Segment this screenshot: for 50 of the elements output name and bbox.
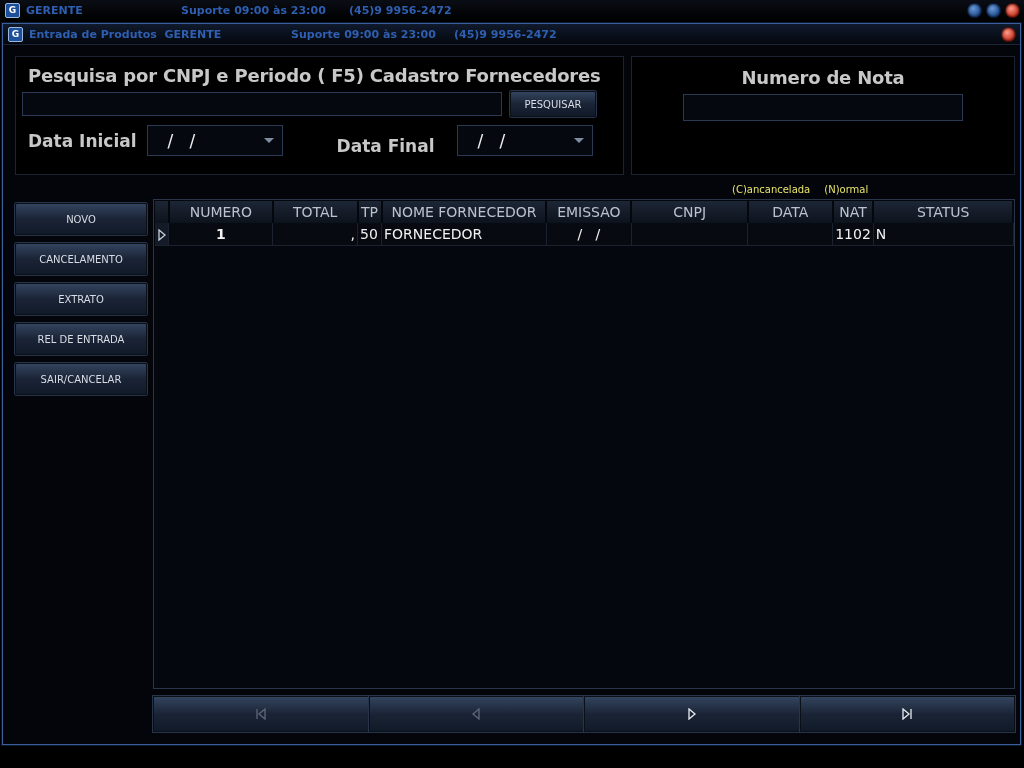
app-logo: G: [5, 2, 20, 18]
status-legend: (N)ormal: [824, 184, 869, 198]
column-header[interactable]: TOTAL: [272, 201, 358, 223]
start-date-field[interactable]: / /: [146, 125, 283, 156]
navigator-button[interactable]: [799, 696, 1015, 732]
phone-number: (45)9 9956-2472: [454, 27, 558, 41]
navigator-button[interactable]: [584, 696, 800, 732]
support-hours: Suporte 09:00 às 23:00: [181, 3, 327, 17]
navigator-button[interactable]: [153, 696, 369, 732]
support-hours: Suporte 09:00 às 23:00: [291, 27, 437, 41]
side-button[interactable]: SAIR/CANCELAR: [15, 363, 147, 395]
column-header[interactable]: STATUS: [873, 201, 1013, 223]
table-cell: ,: [272, 223, 358, 246]
phone-number: (45)9 9956-2472: [349, 3, 453, 17]
column-header[interactable]: NUMERO: [168, 201, 273, 223]
search-button[interactable]: PESQUISAR: [510, 91, 596, 117]
dropdown-caret-icon: [263, 138, 274, 143]
start-date-label: Data Inicial: [28, 130, 137, 151]
window-logo: G: [8, 26, 23, 42]
note-number-field[interactable]: [683, 94, 963, 121]
minimize-button[interactable]: [967, 2, 982, 18]
close-button[interactable]: [1005, 2, 1020, 18]
window-title: Entrada de Produtos GERENTE: [29, 27, 223, 41]
end-date-field[interactable]: / /: [456, 125, 593, 156]
column-header[interactable]: EMISSAO: [546, 201, 632, 223]
app-title: GERENTE: [26, 3, 84, 17]
table-cell: FORNECEDOR: [381, 223, 547, 246]
side-button[interactable]: REL DE ENTRADA: [15, 323, 147, 355]
table-cell: 1102: [832, 223, 874, 246]
column-header[interactable]: TP: [357, 201, 382, 223]
side-button[interactable]: NOVO: [15, 203, 147, 235]
table-cell: 50: [357, 223, 382, 246]
column-header[interactable]: NAT: [832, 201, 874, 223]
maximize-button[interactable]: [986, 2, 1001, 18]
column-header[interactable]: DATA: [747, 201, 833, 223]
table-cell: N: [873, 223, 1013, 246]
end-date-label: Data Final: [336, 135, 435, 156]
column-header[interactable]: CNPJ: [631, 201, 748, 223]
side-button[interactable]: CANCELAMENTO: [15, 243, 147, 275]
close-button[interactable]: [1001, 26, 1016, 42]
navigator-button[interactable]: [368, 696, 584, 732]
search-field[interactable]: [22, 92, 502, 116]
search-panel-title: Pesquisa por CNPJ e Periodo ( F5) Cadastro Fornecedores: [28, 65, 602, 86]
side-button[interactable]: EXTRATO: [15, 283, 147, 315]
column-header[interactable]: NOME FORNECEDOR: [381, 201, 547, 223]
table-cell: 1: [168, 223, 273, 246]
dropdown-caret-icon: [573, 138, 584, 143]
table-cell: / /: [546, 223, 632, 246]
status-legend: (C)ancancelada: [732, 184, 811, 198]
note-panel-title: Numero de Nota: [741, 67, 905, 88]
